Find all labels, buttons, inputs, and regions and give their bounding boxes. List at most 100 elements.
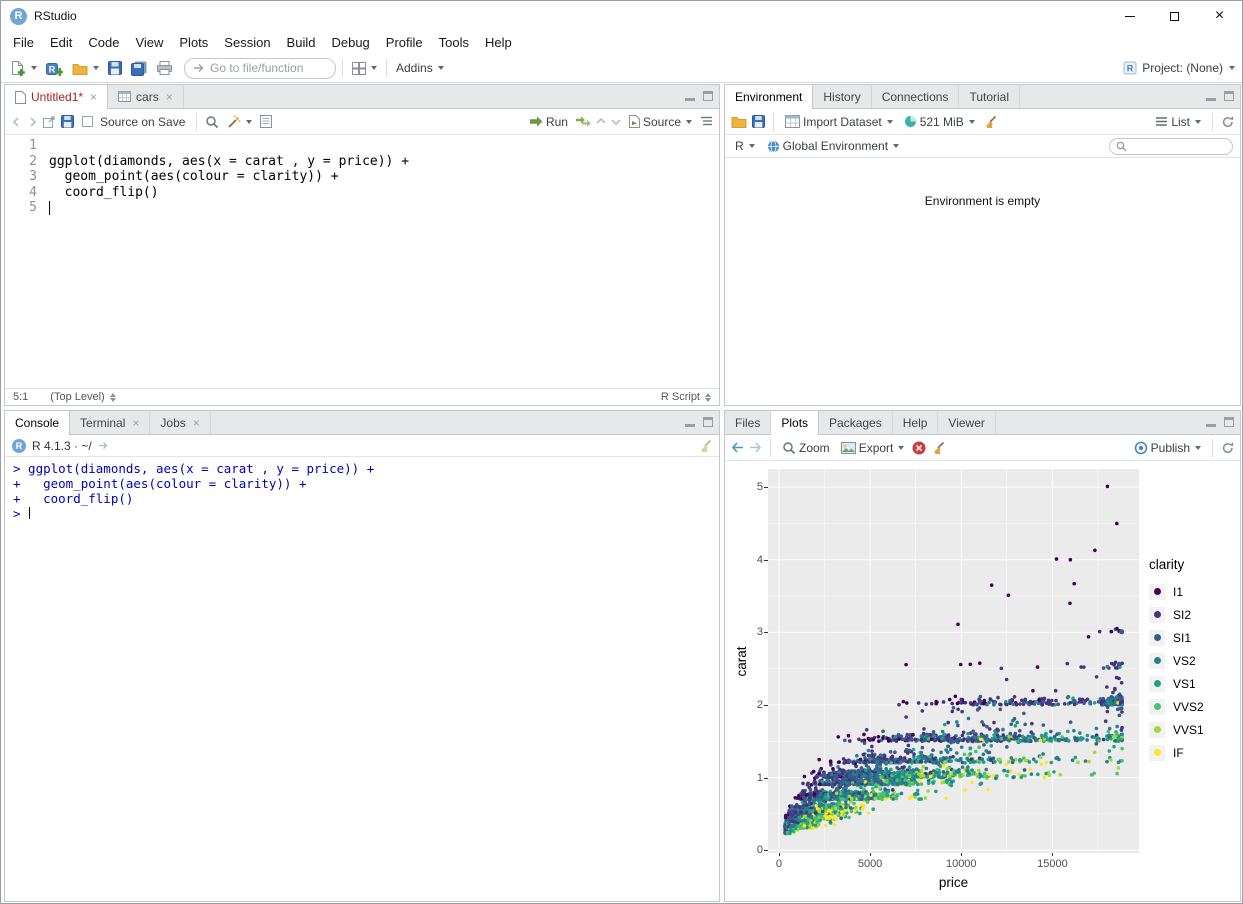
- open-in-new-window-icon[interactable]: [43, 115, 56, 128]
- editor-line: 3 geom_point(aes(colour = clarity)) +: [13, 169, 719, 185]
- pane-layout-button[interactable]: [349, 60, 380, 77]
- maximize-pane-icon[interactable]: [1224, 417, 1234, 427]
- memory-usage-button[interactable]: 521 MiB: [901, 113, 978, 131]
- tab-console[interactable]: Console: [5, 411, 71, 435]
- menu-edit[interactable]: Edit: [42, 33, 80, 52]
- addins-button[interactable]: Addins: [393, 59, 447, 77]
- tab-jobs[interactable]: Jobs ×: [150, 411, 211, 434]
- minimize-pane-icon[interactable]: [1206, 97, 1216, 101]
- menu-tools[interactable]: Tools: [431, 33, 477, 52]
- refresh-plot-icon[interactable]: [1221, 441, 1234, 454]
- menu-help[interactable]: Help: [477, 33, 520, 52]
- code-tools-button[interactable]: [224, 113, 255, 131]
- previous-plot-icon[interactable]: [731, 442, 744, 453]
- r-language-selector[interactable]: R: [732, 137, 758, 155]
- zoom-plot-button[interactable]: Zoom: [779, 439, 833, 457]
- tab-viewer[interactable]: Viewer: [938, 411, 996, 434]
- tab-connections[interactable]: Connections: [872, 85, 960, 108]
- next-plot-icon[interactable]: [749, 442, 762, 453]
- close-tab-icon[interactable]: ×: [132, 416, 139, 430]
- close-tab-icon[interactable]: ×: [193, 416, 200, 430]
- forward-icon[interactable]: [27, 116, 38, 127]
- new-file-button[interactable]: [8, 58, 40, 78]
- find-replace-icon[interactable]: [205, 115, 219, 129]
- tab-plots[interactable]: Plots: [771, 411, 820, 435]
- window-maximize-button[interactable]: [1152, 1, 1197, 31]
- go-next-section-icon[interactable]: [611, 116, 621, 127]
- console-output[interactable]: > ggplot(diamonds, aes(x = carat , y = p…: [5, 457, 719, 901]
- rstudio-window: { "window": { "title": "RStudio" }, "men…: [0, 0, 1243, 904]
- new-project-button[interactable]: R: [43, 59, 66, 78]
- list-view-button[interactable]: List: [1152, 113, 1204, 131]
- publish-button[interactable]: Publish: [1131, 439, 1204, 457]
- go-previous-section-icon[interactable]: [596, 116, 606, 127]
- window-minimize-button[interactable]: [1107, 1, 1152, 31]
- load-workspace-icon[interactable]: [731, 115, 747, 128]
- tab-files[interactable]: Files: [725, 411, 772, 434]
- clear-console-icon[interactable]: [698, 439, 712, 453]
- refresh-icon[interactable]: [1221, 115, 1234, 128]
- source-button[interactable]: Source: [626, 113, 695, 131]
- minimize-pane-icon[interactable]: [685, 97, 695, 101]
- run-button[interactable]: Run: [527, 113, 571, 131]
- scope-selector[interactable]: (Top Level): [50, 391, 116, 403]
- goto-file-search[interactable]: [184, 57, 336, 79]
- environment-search[interactable]: [1109, 137, 1233, 155]
- export-plot-button[interactable]: Export: [838, 439, 908, 457]
- x-tick-mark: [778, 853, 780, 856]
- menu-code[interactable]: Code: [80, 33, 127, 52]
- data-table-icon: [118, 91, 132, 102]
- tab-history[interactable]: History: [813, 85, 872, 108]
- plots-tabbar: Files Plots Packages Help Viewer: [725, 411, 1240, 435]
- remove-plot-icon[interactable]: [912, 441, 926, 455]
- window-close-button[interactable]: ×: [1197, 1, 1242, 31]
- back-icon[interactable]: [11, 116, 22, 127]
- menu-file[interactable]: File: [5, 33, 42, 52]
- document-outline-icon[interactable]: [700, 116, 713, 127]
- clear-workspace-icon[interactable]: [983, 115, 997, 129]
- menu-plots[interactable]: Plots: [171, 33, 216, 52]
- minimize-pane-icon[interactable]: [1206, 423, 1216, 427]
- filetype-selector[interactable]: R Script: [661, 391, 711, 403]
- r-version-path[interactable]: R 4.1.3 · ~/: [32, 439, 92, 453]
- menu-view[interactable]: View: [127, 33, 171, 52]
- tab-untitled1[interactable]: Untitled1* ×: [5, 85, 109, 109]
- tab-environment[interactable]: Environment: [725, 85, 814, 109]
- environment-body: Environment is empty: [725, 158, 1240, 405]
- save-button[interactable]: [105, 59, 125, 77]
- save-icon[interactable]: [61, 115, 74, 128]
- close-tab-icon[interactable]: ×: [90, 90, 97, 104]
- publish-icon: [1134, 441, 1148, 455]
- tab-cars[interactable]: cars ×: [108, 85, 184, 108]
- menu-profile[interactable]: Profile: [378, 33, 431, 52]
- maximize-pane-icon[interactable]: [703, 417, 713, 427]
- open-file-button[interactable]: [69, 60, 102, 77]
- import-dataset-button[interactable]: Import Dataset: [782, 113, 896, 131]
- clear-all-plots-icon[interactable]: [931, 441, 945, 455]
- source-on-save-checkbox[interactable]: Source on Save: [79, 113, 188, 131]
- code-editor[interactable]: 1 2 ggplot(diamonds, aes(x = carat , y = …: [5, 135, 719, 388]
- close-tab-icon[interactable]: ×: [166, 90, 173, 104]
- menu-build[interactable]: Build: [279, 33, 324, 52]
- minimize-pane-icon[interactable]: [685, 423, 695, 427]
- maximize-pane-icon[interactable]: [703, 91, 713, 101]
- compile-report-icon[interactable]: [260, 115, 273, 128]
- console-pane: Console Terminal × Jobs × R R 4.1.3 · ~/ >…: [4, 410, 720, 902]
- menu-session[interactable]: Session: [216, 33, 278, 52]
- plots-body: price carat clarity I1 SI2 SI1 VS2 VS1 VVS2 VV…: [725, 461, 1240, 901]
- project-picker[interactable]: R Project: (None): [1123, 61, 1235, 75]
- line-code: ggplot(diamonds, aes(x = carat , y = pri…: [49, 153, 410, 169]
- maximize-pane-icon[interactable]: [1224, 91, 1234, 101]
- tab-terminal[interactable]: Terminal ×: [70, 411, 151, 434]
- tab-help[interactable]: Help: [893, 411, 939, 434]
- tab-tutorial[interactable]: Tutorial: [959, 85, 1021, 108]
- tab-packages[interactable]: Packages: [819, 411, 893, 434]
- menu-debug[interactable]: Debug: [323, 33, 377, 52]
- environment-selector[interactable]: Global Environment: [764, 137, 902, 155]
- rerun-icon[interactable]: [575, 116, 591, 127]
- goto-file-input[interactable]: [210, 61, 327, 75]
- save-all-button[interactable]: [128, 59, 151, 78]
- working-directory-arrow-icon[interactable]: [98, 441, 109, 450]
- save-workspace-icon[interactable]: [752, 115, 765, 128]
- print-button[interactable]: [154, 59, 175, 77]
